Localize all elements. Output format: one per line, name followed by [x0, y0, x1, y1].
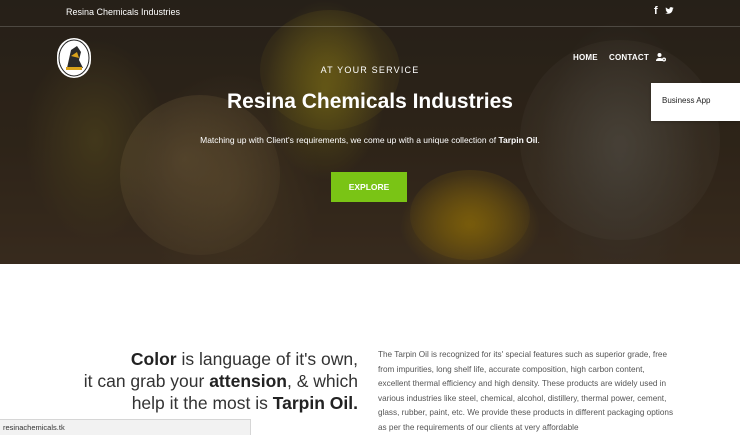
- hero-overlay: [0, 0, 740, 264]
- quote-text-2: it can grab your: [83, 371, 210, 391]
- quote-line-3: help it the most is Tarpin Oil.: [38, 392, 358, 414]
- quote-text-1: is language of it's own,: [176, 349, 358, 369]
- nav-contact[interactable]: CONTACT: [609, 53, 649, 62]
- explore-button[interactable]: EXPLORE: [331, 172, 407, 202]
- product-description: The Tarpin Oil is recognized for its' sp…: [378, 350, 674, 432]
- hero-tagline: AT YOUR SERVICE: [320, 65, 420, 75]
- facebook-icon[interactable]: f: [654, 5, 658, 17]
- quote-word-attension: attension: [209, 371, 287, 391]
- hero-banner: Resina Chemicals Industries f HOME CONTA…: [0, 0, 740, 264]
- quote-word-color: Color: [130, 349, 177, 369]
- hero-description-prefix: Matching up with Client's requirements, …: [200, 135, 499, 145]
- topbar-site-name: Resina Chemicals Industries: [66, 7, 181, 17]
- user-cog-icon[interactable]: [655, 51, 667, 63]
- nav-home[interactable]: HOME: [573, 53, 598, 62]
- hero-title: Resina Chemicals Industries: [227, 90, 513, 113]
- browser-status-bar: resinachemicals.tk: [0, 419, 251, 435]
- quote-heading: Color is language of it's own, it can gr…: [38, 348, 358, 414]
- status-url: resinachemicals.tk: [3, 423, 65, 432]
- nav-dropdown-menu: Business App: [651, 83, 740, 121]
- dropdown-item-business-app[interactable]: Business App: [662, 96, 710, 105]
- hero-description-suffix: .: [537, 135, 540, 145]
- top-bar: Resina Chemicals Industries f: [0, 0, 740, 27]
- hero-description: Matching up with Client's requirements, …: [0, 135, 740, 145]
- quote-text-3: , & which: [287, 371, 358, 391]
- quote-word-tarpin-oil: Tarpin Oil.: [272, 393, 358, 413]
- quote-line-1: Color is language of it's own,: [38, 348, 358, 370]
- quote-line-2: it can grab your attension, & which: [38, 370, 358, 392]
- twitter-icon[interactable]: [665, 6, 674, 15]
- hero-description-highlight: Tarpin Oil: [498, 135, 538, 145]
- quote-text-4: help it the most is: [131, 393, 273, 413]
